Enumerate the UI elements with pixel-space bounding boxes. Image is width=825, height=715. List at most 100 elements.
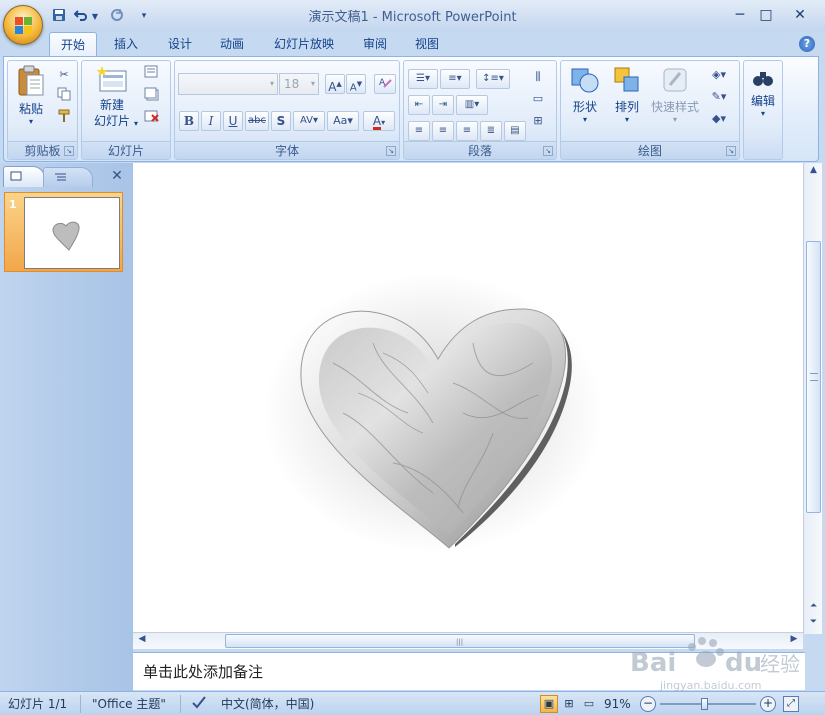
reset-slide-icon[interactable] [142, 87, 162, 107]
tab-home[interactable]: 开始 [49, 32, 97, 56]
previous-slide-icon[interactable]: ⏶ [806, 601, 821, 615]
drawing-group: 形状 ▾ 排列 ▾ 快速样式 ▾ ◈▾ ✎▾ ◆▾ 绘图 ↘ [560, 60, 740, 160]
tab-view[interactable]: 视图 [404, 32, 450, 56]
maximize-button[interactable]: □ [754, 6, 778, 24]
copy-icon[interactable] [54, 87, 74, 107]
normal-view-icon[interactable]: ▣ [540, 695, 558, 713]
decrease-indent-icon[interactable]: ⇤ [408, 95, 430, 115]
justify-icon[interactable]: ≣ [480, 121, 502, 141]
scroll-up-icon[interactable]: ▲ [806, 165, 821, 179]
numbering-icon[interactable]: ≡▾ [440, 69, 470, 89]
align-left-icon[interactable]: ≡ [408, 121, 430, 141]
drawing-launcher-icon[interactable]: ↘ [726, 146, 736, 156]
clear-formatting-icon[interactable]: A [374, 74, 396, 94]
heart-shape[interactable] [133, 163, 806, 634]
vertical-scrollbar[interactable]: ▲ ⏶ ⏷ [803, 163, 822, 634]
paragraph-launcher-icon[interactable]: ↘ [543, 146, 553, 156]
shrink-font-icon[interactable]: A▼ [346, 74, 366, 94]
align-right-icon[interactable]: ≡ [456, 121, 478, 141]
outline-tab[interactable] [43, 167, 93, 187]
arrange-dropdown-icon: ▾ [624, 115, 629, 124]
shape-effects-icon[interactable]: ◆▾ [705, 109, 733, 129]
arrange-label: 排列 [614, 100, 639, 114]
font-launcher-icon[interactable]: ↘ [386, 146, 396, 156]
help-icon[interactable]: ? [799, 36, 815, 52]
align-text-icon[interactable]: ▭ [528, 89, 548, 109]
hscroll-grip-icon: ||| [456, 638, 464, 646]
change-case-icon[interactable]: Aa▾ [327, 111, 359, 131]
editing-button[interactable]: 编辑 ▾ [746, 67, 780, 137]
delete-slide-icon[interactable] [142, 109, 162, 129]
scroll-right-icon[interactable]: ▶ [787, 634, 801, 648]
zoom-out-icon[interactable]: − [640, 696, 656, 712]
line-spacing-icon[interactable]: ↕≡▾ [476, 69, 510, 89]
layout-icon[interactable] [142, 65, 162, 85]
close-button[interactable]: ✕ [788, 6, 812, 24]
shape-outline-icon[interactable]: ✎▾ [705, 87, 733, 107]
underline-button[interactable]: U [223, 111, 243, 131]
slide-thumbnail[interactable] [24, 197, 120, 269]
minimize-button[interactable]: ─ [728, 6, 752, 24]
fit-to-window-icon[interactable]: ⤢ [783, 696, 799, 712]
clipboard-launcher-icon[interactable]: ↘ [64, 146, 74, 156]
editing-label: 编辑 [750, 94, 775, 108]
format-painter-icon[interactable] [54, 109, 74, 129]
italic-button[interactable]: I [201, 111, 221, 131]
distributed-icon[interactable]: ▤ [504, 121, 526, 141]
thumbnail-heart-icon [52, 221, 80, 251]
ribbon: 粘贴 ▾ ✂ 剪贴板 ↘ 新建 幻灯片 ▾ 幻灯片 ▾ 18 ▾ A▲ A▼ A… [3, 56, 819, 162]
paste-icon [18, 65, 44, 96]
columns-icon[interactable]: ▥▾ [456, 95, 488, 115]
editing-dropdown-icon: ▾ [760, 109, 765, 118]
next-slide-icon[interactable]: ⏷ [806, 617, 821, 631]
scroll-left-icon[interactable]: ◀ [135, 634, 149, 648]
slides-tab[interactable] [3, 166, 45, 187]
increase-indent-icon[interactable]: ⇥ [432, 95, 454, 115]
grow-font-icon[interactable]: A▲ [325, 74, 345, 94]
zoom-level[interactable]: 91% [604, 695, 631, 713]
new-slide-button[interactable]: 新建 幻灯片 [84, 65, 140, 139]
language-indicator[interactable]: 中文(简体，中国) [221, 695, 314, 713]
close-pane-icon[interactable]: ✕ [108, 168, 126, 186]
spelling-check-icon[interactable] [189, 695, 209, 713]
theme-name[interactable]: "Office 主题" [92, 695, 166, 713]
new-slide-dropdown-icon[interactable]: ▾ [134, 119, 138, 128]
new-slide-icon [96, 66, 127, 92]
align-center-icon[interactable]: ≡ [432, 121, 454, 141]
slideshow-view-icon[interactable]: ▭ [580, 695, 598, 713]
arrange-button[interactable]: 排列 ▾ [607, 65, 647, 135]
notes-pane[interactable]: 单击此处添加备注 [133, 652, 805, 690]
text-shadow-button[interactable]: S [271, 111, 291, 131]
slide-thumbnail-selection[interactable]: 1 [4, 192, 123, 272]
slide-sorter-icon[interactable]: ⊞ [560, 695, 578, 713]
cut-icon[interactable]: ✂ [54, 65, 74, 85]
slides-tab-icon [10, 171, 22, 181]
vertical-scroll-thumb[interactable] [806, 241, 821, 513]
zoom-slider-thumb[interactable] [700, 698, 708, 710]
quick-styles-button[interactable]: 快速样式 ▾ [649, 65, 701, 135]
paste-button[interactable]: 粘贴 ▾ [12, 65, 50, 137]
tab-slideshow[interactable]: 幻灯片放映 [264, 32, 344, 56]
strikethrough-button[interactable]: abc [245, 111, 269, 131]
shapes-icon [571, 68, 599, 93]
shape-fill-icon[interactable]: ◈▾ [705, 65, 733, 85]
horizontal-scroll-thumb[interactable]: ||| [225, 634, 695, 648]
zoom-in-icon[interactable]: + [760, 696, 776, 712]
shapes-button[interactable]: 形状 ▾ [565, 65, 605, 135]
smartart-icon[interactable]: ⊞ [528, 111, 548, 131]
tab-animations[interactable]: 动画 [209, 32, 255, 56]
slide-canvas[interactable] [133, 163, 806, 634]
office-button[interactable] [3, 5, 43, 45]
zoom-slider-track[interactable] [660, 703, 756, 705]
horizontal-scrollbar[interactable]: ◀ ||| ▶ [133, 632, 803, 649]
tab-design[interactable]: 设计 [157, 32, 203, 56]
font-name-combo[interactable]: ▾ [178, 73, 278, 95]
text-direction-icon[interactable]: ⫼ [528, 67, 548, 87]
bullets-icon[interactable]: ☰▾ [408, 69, 438, 89]
font-color-icon[interactable]: A▾ [363, 111, 395, 131]
tab-insert[interactable]: 插入 [103, 32, 149, 56]
character-spacing-icon[interactable]: AV▾ [293, 111, 325, 131]
bold-button[interactable]: B [179, 111, 199, 131]
font-size-combo[interactable]: 18 ▾ [279, 73, 319, 95]
tab-review[interactable]: 审阅 [352, 32, 398, 56]
